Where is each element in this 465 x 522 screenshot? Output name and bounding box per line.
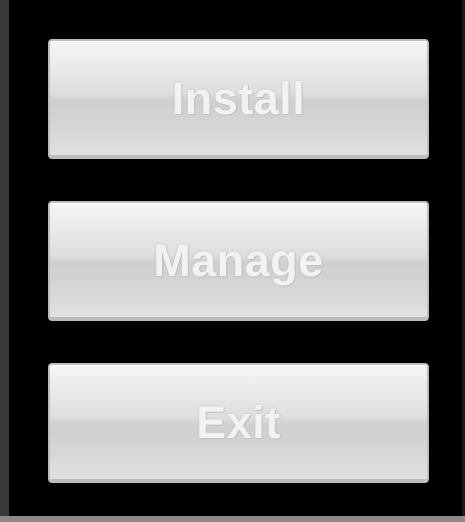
exit-button-label: Exit xyxy=(196,397,281,448)
app-screen: Install Manage Exit xyxy=(0,0,465,522)
window-left-edge xyxy=(0,0,9,522)
exit-button[interactable]: Exit xyxy=(48,363,429,483)
window-bottom-edge xyxy=(0,516,465,522)
manage-button[interactable]: Manage xyxy=(48,201,429,321)
manage-button-label: Manage xyxy=(153,235,324,286)
install-button-label: Install xyxy=(171,73,306,124)
install-button[interactable]: Install xyxy=(48,39,429,159)
